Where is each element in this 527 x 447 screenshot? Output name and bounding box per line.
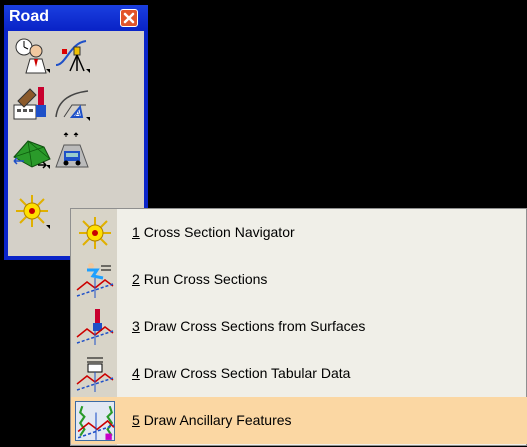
menu-item-draw-tabular-data[interactable]: 4 Draw Cross Section Tabular Data bbox=[71, 350, 527, 397]
close-icon bbox=[123, 12, 135, 24]
menu-item-draw-ancillary-features[interactable]: 5 Draw Ancillary Features bbox=[71, 397, 527, 444]
close-button[interactable] bbox=[120, 9, 138, 27]
menu-item-label: 3 Draw Cross Sections from Surfaces bbox=[132, 318, 366, 334]
terrain-tool[interactable] bbox=[12, 131, 52, 171]
menu-item-icon-box bbox=[75, 260, 115, 300]
project-manager-tool[interactable] bbox=[12, 35, 52, 75]
svg-text:A: A bbox=[75, 109, 81, 118]
flyout-arrow-icon bbox=[86, 69, 90, 73]
menu-item-run-cross-sections[interactable]: 2 Run Cross Sections bbox=[71, 256, 527, 303]
menu-item-label: 5 Draw Ancillary Features bbox=[132, 412, 292, 428]
menu-item-label: 2 Run Cross Sections bbox=[132, 271, 268, 287]
menu-item-icon-box bbox=[75, 354, 115, 394]
road-design-toolkit-icon bbox=[13, 87, 46, 120]
menu-item-icon-box bbox=[75, 213, 115, 253]
cross-section-flyout-menu: 1 Cross Section Navigator 2 Run Cross Se… bbox=[70, 208, 527, 446]
flyout-arrow-icon bbox=[46, 69, 50, 73]
corridor-tool[interactable] bbox=[52, 131, 92, 171]
cross-section-tool[interactable] bbox=[12, 191, 52, 231]
alignment-tool[interactable]: A bbox=[52, 83, 92, 123]
draw-cross-sections-surfaces-icon bbox=[76, 309, 114, 345]
run-cross-sections-icon bbox=[76, 263, 114, 298]
toolbox-title: Road bbox=[9, 8, 49, 25]
cross-section-navigator-icon bbox=[79, 217, 111, 249]
menu-item-label: 4 Draw Cross Section Tabular Data bbox=[132, 365, 351, 381]
survey-tool[interactable] bbox=[52, 35, 92, 75]
draw-ancillary-features-icon bbox=[77, 405, 115, 440]
menu-item-icon-box bbox=[75, 307, 115, 347]
flyout-arrow-icon bbox=[46, 225, 50, 229]
draw-tabular-data-icon bbox=[76, 357, 114, 392]
flyout-arrow-icon bbox=[86, 117, 90, 121]
menu-item-cross-section-navigator[interactable]: 1 Cross Section Navigator bbox=[71, 209, 527, 256]
menu-item-draw-cross-sections-surfaces[interactable]: 3 Draw Cross Sections from Surfaces bbox=[71, 303, 527, 350]
vehicle-corridor-icon bbox=[55, 132, 89, 168]
menu-item-icon-box bbox=[75, 401, 115, 441]
flyout-arrow-icon bbox=[46, 165, 50, 169]
menu-item-label: 1 Cross Section Navigator bbox=[132, 224, 295, 240]
toolbox-titlebar[interactable]: Road bbox=[4, 5, 148, 29]
road-design-tool[interactable] bbox=[12, 83, 52, 123]
